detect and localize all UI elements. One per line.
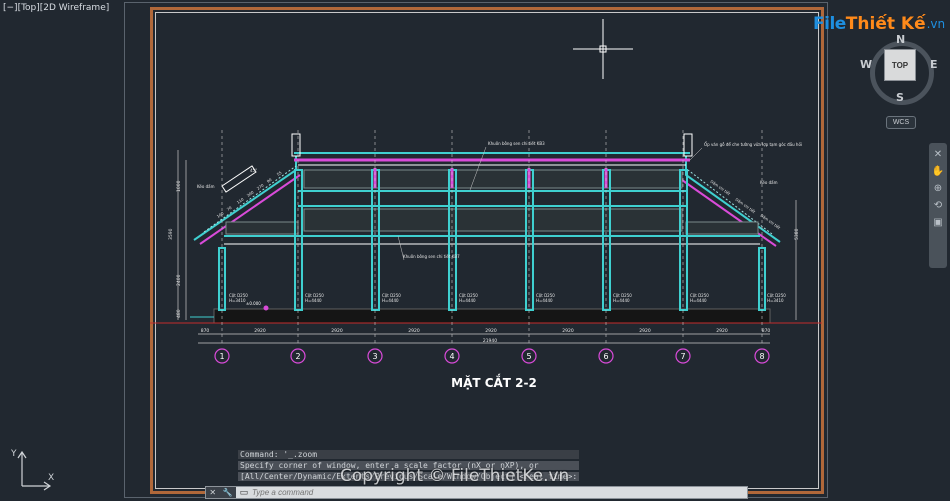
- rafter-mark: 90: [266, 177, 273, 184]
- dim-text: 2920: [408, 328, 420, 334]
- grid-label: 8: [759, 352, 764, 361]
- rafter-mark: 70: [226, 205, 233, 212]
- dim-text: 2920: [331, 328, 343, 334]
- grid-label: 4: [449, 352, 454, 361]
- dim-text: 3590: [168, 228, 174, 240]
- dim-text: 480: [176, 309, 182, 318]
- command-history-line: Command: '_.zoom: [238, 450, 580, 459]
- grid-label: 5: [526, 352, 531, 361]
- filethietke-logo: File Thiết Kế .vn: [813, 14, 945, 34]
- compass-east[interactable]: E: [930, 58, 938, 71]
- roof-structure: [193, 133, 781, 247]
- compass-west[interactable]: W: [860, 58, 872, 71]
- column-label-height: H=4440: [305, 298, 322, 303]
- ucs-y-label: Y: [10, 449, 17, 459]
- navigation-bar[interactable]: ✕ ✋ ⊕ ⟲ ▣: [929, 143, 947, 268]
- dim-text: 870: [762, 328, 771, 334]
- grid-label: 7: [680, 352, 685, 361]
- logo-text-thietke: Thiết Kế: [845, 14, 926, 34]
- elevation-marker: [263, 305, 269, 311]
- showmotion-icon[interactable]: ▣: [929, 217, 947, 228]
- orbit-icon[interactable]: ⟲: [929, 200, 947, 211]
- compass-north[interactable]: N: [896, 33, 905, 46]
- close-icon[interactable]: ✕: [209, 488, 216, 497]
- elevation-text: ±0.000: [246, 301, 261, 306]
- cad-drawing[interactable]: 1 2 3 4 5 6 7 8 870 2920 2920 2920 2920 …: [0, 0, 950, 501]
- note-text: Kéo dấm: [197, 184, 215, 189]
- grid-label: 6: [603, 352, 608, 361]
- ucs-icon: Y X: [8, 446, 58, 499]
- logo-text-tld: .vn: [926, 17, 946, 31]
- command-prompt-icon[interactable]: ▭: [236, 487, 252, 498]
- note-text: Khuôn bông sen chi tiết KB3: [488, 141, 545, 146]
- copyright-watermark: Copyright © FileThietKe.vn: [340, 466, 570, 486]
- pan-icon[interactable]: ✋: [929, 166, 947, 177]
- column-label-height: H=4440: [459, 298, 476, 303]
- column-label-height: H=3410: [229, 298, 246, 303]
- crosshair-cursor: [573, 19, 633, 79]
- ucs-x-label: X: [48, 473, 54, 483]
- grid-label: 3: [372, 352, 377, 361]
- wcs-menu-button[interactable]: WCS: [886, 116, 916, 129]
- section-title: MẶT CẮT 2-2: [451, 374, 537, 390]
- rafter-mark: Dầm chi tiết: [759, 213, 781, 231]
- total-dim-text: 21940: [483, 338, 497, 344]
- slope-text: 45°: [250, 168, 257, 173]
- dim-text: 2920: [639, 328, 651, 334]
- command-line-controls[interactable]: ✕ 🔧: [206, 487, 236, 498]
- dim-text: 2920: [485, 328, 497, 334]
- dim-text: 5380: [794, 228, 800, 240]
- note-text: Kéo dấm: [760, 180, 778, 185]
- command-line[interactable]: ✕ 🔧 ▭: [205, 486, 748, 499]
- zoom-icon[interactable]: ⊕: [929, 183, 947, 194]
- logo-text-file: File: [813, 14, 846, 34]
- steering-wheel-icon[interactable]: ✕: [929, 149, 947, 160]
- column-label-height: H=3410: [767, 298, 784, 303]
- column-label-height: H=4440: [382, 298, 399, 303]
- dim-text: 2920: [254, 328, 266, 334]
- ground-slab: [150, 308, 822, 324]
- dim-text: 2920: [716, 328, 728, 334]
- dim-text: 2400: [176, 274, 182, 286]
- command-input[interactable]: [252, 487, 732, 498]
- grid-label: 1: [219, 352, 224, 361]
- column-label-height: H=4440: [536, 298, 553, 303]
- dim-text: 2920: [562, 328, 574, 334]
- dim-text: 870: [201, 328, 210, 334]
- compass-south[interactable]: S: [896, 91, 904, 104]
- note-text: Ốp ván gỗ để che tường vữa lợp tạm góc đ…: [704, 142, 802, 147]
- column-label-height: H=4440: [613, 298, 630, 303]
- leader-lines: [397, 146, 703, 261]
- grid-label: 2: [295, 352, 300, 361]
- viewcube[interactable]: TOP N S W E: [860, 33, 938, 107]
- column-label-height: H=4440: [690, 298, 707, 303]
- dim-text: 1000: [176, 180, 182, 192]
- viewcube-top-face[interactable]: TOP: [884, 49, 916, 81]
- note-text: Khuôn bông sen chi tiết KB7: [403, 254, 460, 259]
- wrench-icon[interactable]: 🔧: [223, 488, 233, 497]
